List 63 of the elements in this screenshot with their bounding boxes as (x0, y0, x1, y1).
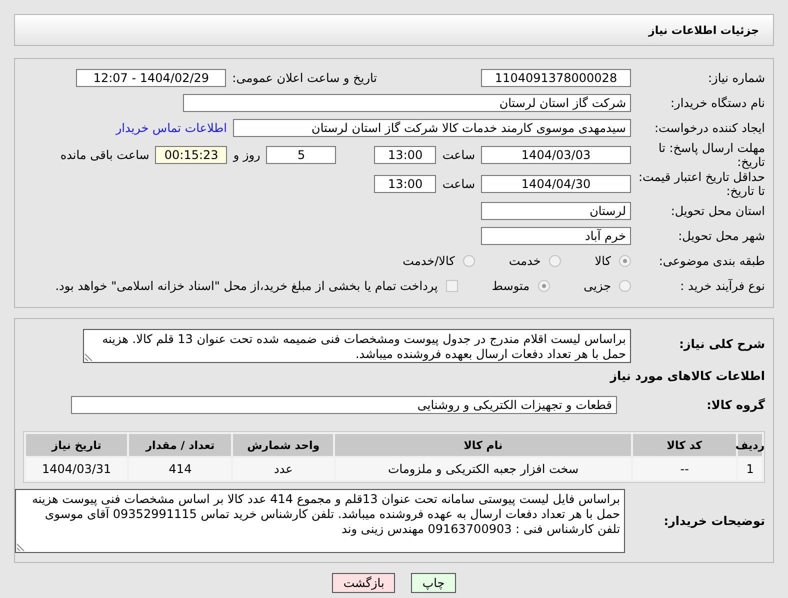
field-label: نوع فرآیند خرید : (679, 279, 766, 293)
description-field[interactable]: براساس لیست اقلام مندرج در جدول پیوست ومشخصات فنی ضمیمه شده تحت عنوان 13 قلم کالا. هزینه حمل با هر تعداد دفعات ارسال بعهده فروشنده میباشد. (83, 329, 631, 363)
field-label: ساعت (442, 148, 475, 162)
input-field[interactable]: شرکت گاز استان لرستان (183, 94, 631, 112)
radio-button[interactable] (619, 280, 631, 292)
input-field[interactable]: سیدمهدی موسوی کارمند خدمات کالا شرکت گاز استان لرستان (233, 119, 631, 137)
field-label: حداقل تاریخ اعتبار قیمت: تا تاریخ: (637, 170, 766, 198)
column-header: تعداد / مقدار (129, 434, 232, 456)
input-field[interactable]: لرستان (481, 202, 631, 220)
field-label: شرح کلی نیاز: (678, 336, 766, 351)
input-field[interactable]: 1104091378000028 (481, 69, 631, 87)
field-label: طبقه بندی موضوعی: (658, 254, 766, 268)
radio-label: کالا/خدمت (402, 254, 455, 268)
field-label: روز و (233, 148, 260, 162)
input-field[interactable]: 13:00 (374, 175, 436, 193)
column-header: تاریخ نیاز (26, 434, 128, 456)
radio-label: کالا (594, 254, 611, 268)
column-header: نام کالا (335, 434, 631, 456)
radio-label: خدمت (508, 254, 541, 268)
field-label: مهلت ارسال پاسخ: تا تاریخ: (657, 141, 766, 169)
column-header: واحد شمارش (233, 434, 334, 456)
checkbox-label: پرداخت تمام یا بخشی از مبلغ خرید،از محل "اسناد خزانه اسلامی" خواهد بود. (55, 279, 438, 293)
field-label: ساعت باقی مانده (60, 148, 150, 162)
input-field[interactable]: 13:00 (374, 146, 436, 164)
page-title: جزئیات اطلاعات نیاز (14, 14, 774, 46)
table-cell: سخت افزار جعبه الکتریکی و ملزومات (336, 458, 632, 480)
input-field[interactable]: 1404/02/29 - 12:07 (76, 69, 226, 87)
section-title: اطلاعات کالاهای مورد نیاز (608, 369, 766, 383)
radio-label: جزیی (584, 279, 611, 293)
radio-label: متوسط (492, 279, 530, 293)
field-label: استان محل تحویل: (670, 204, 766, 218)
radio-button[interactable] (619, 255, 631, 267)
contact-link[interactable]: اطلاعات تماس خریدار (116, 121, 227, 135)
resize-grip-icon[interactable] (17, 543, 25, 551)
field-label: گروه کالا: (706, 398, 766, 412)
field-label: ساعت (442, 177, 475, 191)
table-cell: 414 (129, 458, 232, 480)
field-label: ایجاد کننده درخواست: (653, 121, 766, 135)
radio-button[interactable] (462, 255, 475, 267)
field-label: تاریخ و ساعت اعلان عمومی: (232, 71, 377, 85)
column-header: ردیف (738, 434, 762, 456)
print-button[interactable]: چاپ (411, 573, 456, 593)
field-label: شهر محل تحویل: (677, 229, 766, 243)
column-header: کد کالا (632, 434, 736, 456)
field-label: شماره نیاز: (707, 71, 766, 85)
radio-button[interactable] (548, 255, 561, 267)
field-label: نام دستگاه خریدار: (670, 96, 766, 110)
field-label: توضیحات خریدار: (662, 514, 766, 528)
input-field[interactable]: خرم آباد (481, 227, 631, 245)
table-cell: 1404/03/31 (26, 458, 128, 480)
checkbox[interactable] (446, 280, 458, 292)
back-button[interactable]: بازگشت (332, 573, 396, 593)
notes-field[interactable]: براساس فایل لیست پیوستی سامانه تحت عنوان 13قلم و مجموع 414 عدد کالا بر اساس مشخصات فنی پیوست هزینه حمل با هر تعداد دفعات ارسال به عهده فروشنده میباشد. تلفن کارشناس خرید تماس 09352991115 آقای موسوی تلفن کارشناس فنی : 09163700903 مهندس زینی وند (15, 489, 626, 553)
input-field[interactable]: 1404/03/03 (481, 146, 631, 164)
input-field[interactable]: 5 (266, 146, 336, 164)
input-field[interactable]: 1404/04/30 (481, 175, 631, 193)
table-cell: عدد (233, 458, 334, 480)
table-cell: 1 (738, 458, 762, 480)
table-cell: -- (633, 458, 736, 480)
radio-button[interactable] (538, 280, 550, 292)
input-field[interactable]: 00:15:23 (155, 146, 228, 164)
resize-grip-icon[interactable] (85, 353, 93, 361)
input-field[interactable]: قطعات و تجهیزات الکتریکی و روشنایی (71, 396, 617, 414)
